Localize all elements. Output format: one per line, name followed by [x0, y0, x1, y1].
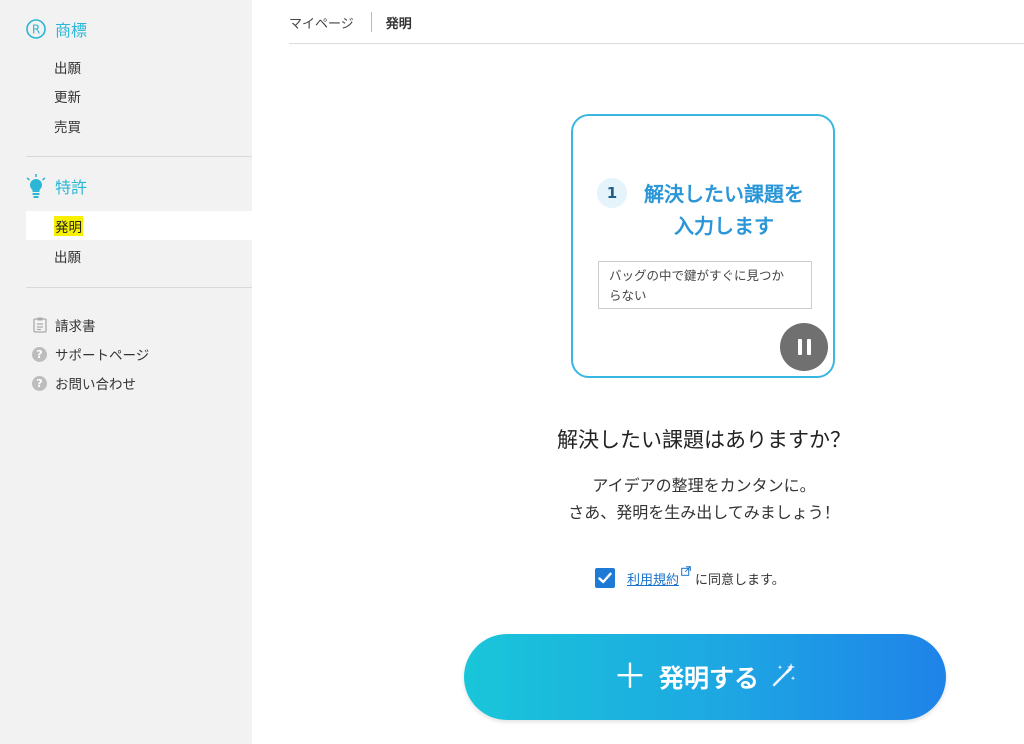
svg-text:R: R — [32, 23, 40, 37]
subtext-line1: アイデアの整理をカンタンに。 — [592, 476, 816, 495]
magic-wand-icon — [771, 662, 797, 692]
step-text-line1: 解決したい課題を — [644, 182, 804, 206]
breadcrumb-current: 発明 — [385, 16, 412, 32]
pause-icon-bar — [806, 339, 811, 355]
sidebar-item-contact[interactable]: ? お問い合わせ — [32, 373, 136, 393]
terms-checkbox[interactable] — [595, 568, 615, 588]
pause-icon — [797, 339, 802, 355]
example-text-line2: らない — [609, 288, 647, 303]
create-invention-button[interactable]: ＋ 発明する — [464, 634, 946, 720]
clipboard-icon — [32, 317, 47, 333]
question-icon: ? — [32, 375, 47, 391]
sidebar-item-patent-apply[interactable]: 出願 — [54, 246, 81, 266]
page-headline: 解決したい課題はありますか？ — [557, 428, 851, 452]
create-invention-label: 発明する — [658, 664, 759, 693]
question-icon: ? — [32, 346, 47, 362]
external-link-icon — [681, 565, 691, 580]
breadcrumb-separator — [370, 12, 372, 32]
patent-section-title: 特許 — [55, 178, 88, 197]
checkmark-icon — [598, 572, 612, 584]
tutorial-card: 1 解決したい課題を 入力します バッグの中で鍵がすぐに見つか らない — [571, 114, 835, 378]
sidebar-item-trademark-trade[interactable]: 売買 — [54, 116, 81, 136]
example-input: バッグの中で鍵がすぐに見つか らない — [598, 261, 812, 309]
trademark-section-header[interactable]: R 商標 — [25, 17, 87, 41]
plus-icon: ＋ — [612, 657, 647, 697]
breadcrumb: マイページ 発明 — [289, 12, 412, 32]
trademark-section-title: 商標 — [55, 21, 88, 40]
example-text-line1: バッグの中で鍵がすぐに見つか — [609, 268, 785, 283]
sidebar-item-trademark-renew[interactable]: 更新 — [54, 86, 81, 106]
lightbulb-icon — [25, 174, 47, 198]
sidebar-item-trademark-apply[interactable]: 出願 — [54, 57, 81, 77]
sidebar-item-invoice-label: 請求書 — [55, 319, 96, 335]
sidebar-item-invention-label[interactable]: 発明 — [54, 216, 83, 236]
patent-section-header[interactable]: 特許 — [25, 174, 87, 198]
pause-button[interactable] — [780, 323, 828, 371]
step-text: 解決したい課題を 入力します — [635, 178, 813, 242]
step-number-badge: 1 — [597, 178, 627, 208]
step-text-line2: 入力します — [674, 214, 774, 238]
sidebar-item-contact-label: お問い合わせ — [55, 377, 136, 393]
header-divider — [289, 43, 1024, 44]
step-heading: 1 解決したい課題を 入力します — [597, 178, 813, 242]
sidebar-item-invoice[interactable]: 請求書 — [32, 315, 96, 335]
terms-consent: 利用規約 に同意します。 — [595, 565, 785, 588]
sidebar-item-support[interactable]: ? サポートページ — [32, 344, 149, 364]
subtext-line2: さあ、発明を生み出してみましょう！ — [568, 503, 840, 522]
sidebar-divider — [26, 156, 252, 157]
terms-link[interactable]: 利用規約 — [627, 569, 679, 588]
breadcrumb-mypage-link[interactable]: マイページ — [289, 13, 354, 32]
sidebar-item-support-label: サポートページ — [55, 348, 150, 364]
sidebar-divider — [26, 287, 252, 288]
sidebar: R 商標 出願 更新 売買 特許 発明 出願 請求書 ? サポートページ ? お… — [0, 0, 252, 744]
registered-icon: R — [25, 18, 47, 40]
terms-consent-text: に同意します。 — [695, 572, 785, 588]
